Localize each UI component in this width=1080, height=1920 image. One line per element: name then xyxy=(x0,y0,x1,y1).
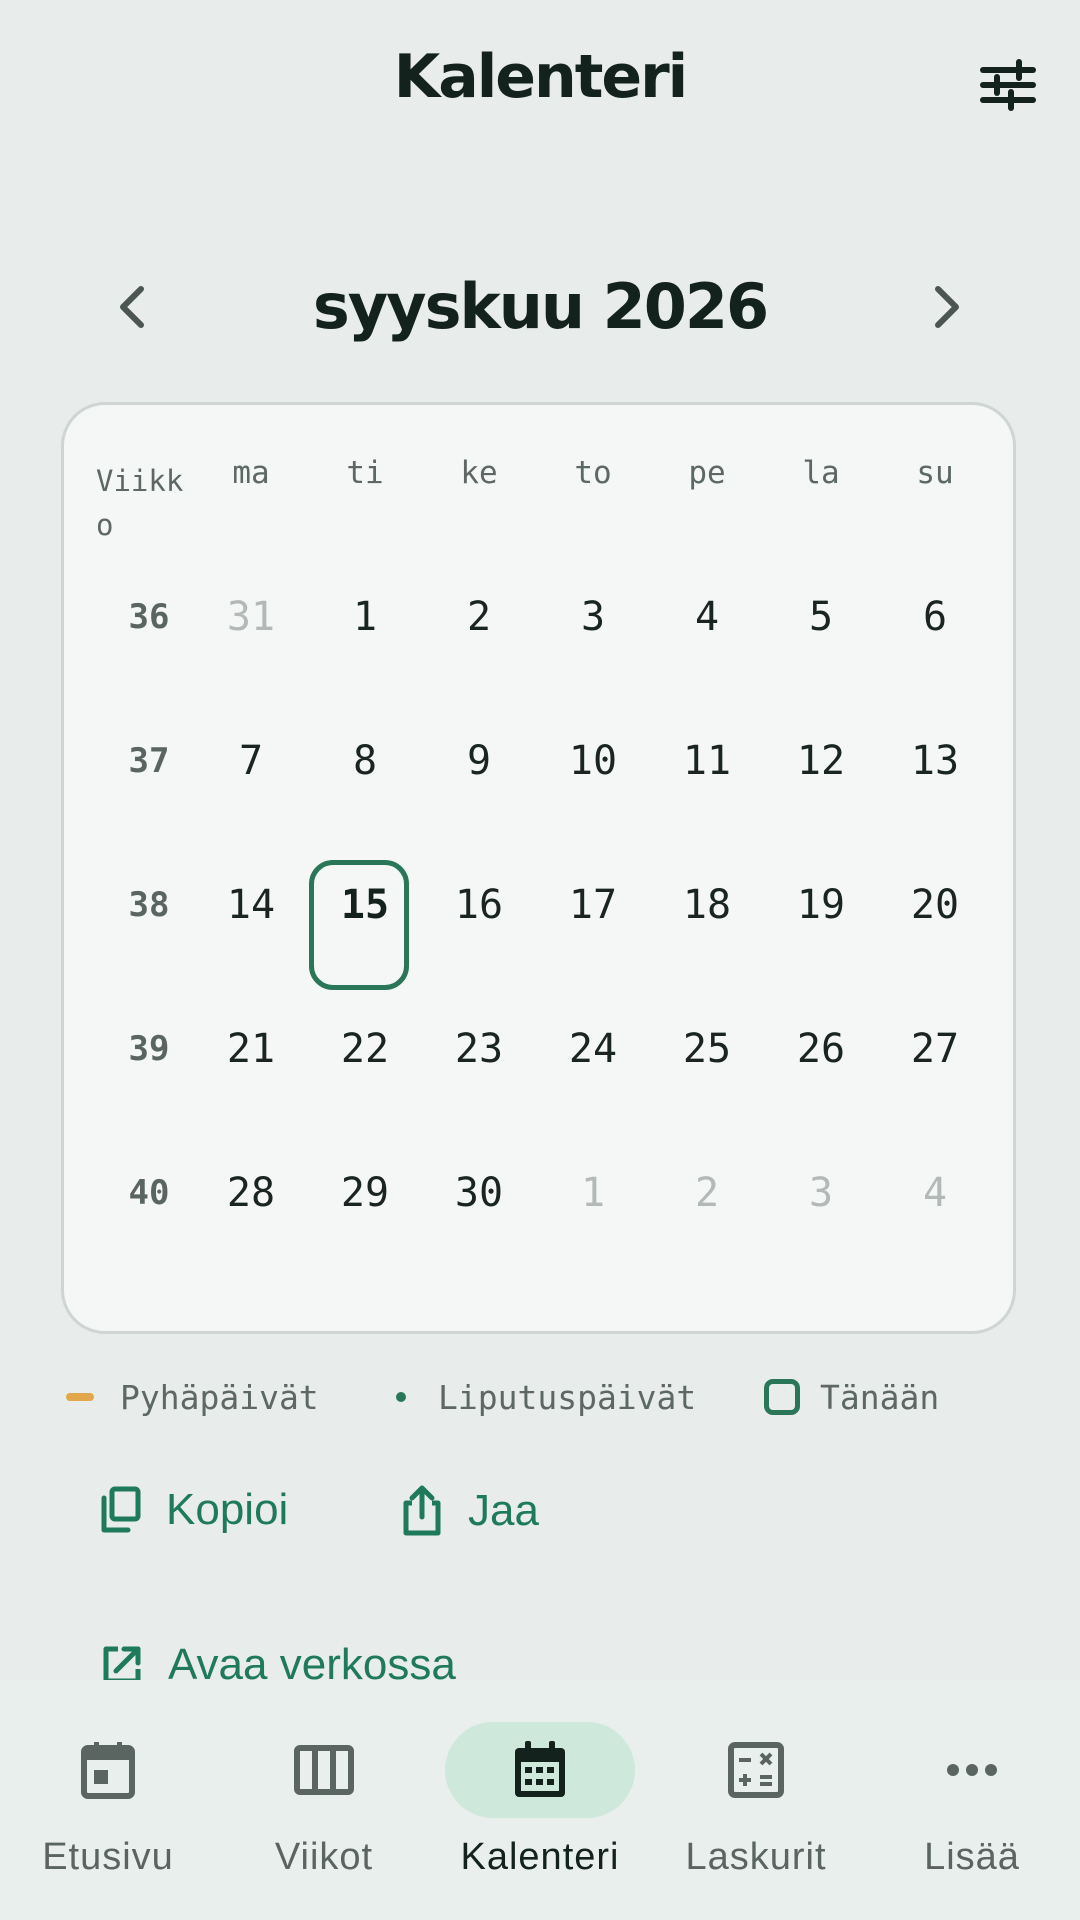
month-navigation: syyskuu 2026 xyxy=(0,250,1080,360)
day-cell[interactable]: 8 xyxy=(308,689,422,833)
page-title: Kalenteri xyxy=(393,42,689,112)
day-cell[interactable]: 26 xyxy=(764,977,878,1121)
day-cell[interactable]: 13 xyxy=(878,689,992,833)
home-calendar-icon xyxy=(81,1742,135,1799)
day-cell[interactable]: 30 xyxy=(422,1121,536,1265)
tab-kalenteri-icon-wrap xyxy=(445,1722,635,1818)
day-cell[interactable]: 28 xyxy=(194,1121,308,1265)
filter-button[interactable] xyxy=(968,50,1048,120)
day-cell[interactable]: 17 xyxy=(536,833,650,977)
tab-lisaa[interactable]: Lisää xyxy=(864,1680,1080,1920)
copy-button[interactable]: Kopioi xyxy=(98,1485,288,1535)
day-cell[interactable]: 3 xyxy=(536,545,650,689)
day-cell[interactable]: 12 xyxy=(764,689,878,833)
day-cell[interactable]: 2 xyxy=(422,545,536,689)
columns-icon xyxy=(294,1745,354,1795)
tab-kalenteri-label: Kalenteri xyxy=(460,1836,620,1878)
tune-sliders-icon xyxy=(980,59,1036,111)
day-cell[interactable]: 23 xyxy=(422,977,536,1121)
week-number: 38 xyxy=(128,885,170,925)
tab-lisaa-icon-wrap xyxy=(877,1722,1067,1818)
day-cell[interactable]: 6 xyxy=(878,545,992,689)
share-icon xyxy=(403,1485,441,1536)
flag-day-dot-icon xyxy=(396,1392,406,1402)
day-cell[interactable]: 16 xyxy=(422,833,536,977)
day-cell[interactable]: 21 xyxy=(194,977,308,1121)
tab-viikot-label: Viikot xyxy=(274,1836,374,1878)
today-marker-icon xyxy=(764,1379,800,1415)
app-bar: Kalenteri xyxy=(0,0,1080,170)
tab-kalenteri[interactable]: Kalenteri xyxy=(432,1680,648,1920)
day-cell-today[interactable]: 15 xyxy=(308,833,422,977)
tab-viikot[interactable]: Viikot xyxy=(216,1680,432,1920)
share-label: Jaa xyxy=(468,1486,539,1535)
legend-today-label: Tänään xyxy=(820,1377,940,1417)
day-cell[interactable]: 25 xyxy=(650,977,764,1121)
day-cell[interactable]: 5 xyxy=(764,545,878,689)
day-cell[interactable]: 18 xyxy=(650,833,764,977)
day-cell[interactable]: 2 xyxy=(650,1121,764,1265)
calendar-legend: Pyhäpäivät Liputuspäivät Tänään xyxy=(66,1372,1026,1422)
more-horizontal-icon xyxy=(947,1764,997,1776)
legend-today: Tänään xyxy=(764,1372,939,1422)
tab-etusivu-icon-wrap xyxy=(13,1722,203,1818)
legend-flag-days-label: Liputuspäivät xyxy=(438,1377,697,1417)
tab-viikot-icon-wrap xyxy=(229,1722,419,1818)
holiday-marker-icon xyxy=(66,1393,94,1401)
copy-label: Kopioi xyxy=(166,1485,289,1534)
week-number: 36 xyxy=(128,597,170,637)
bottom-navigation: Etusivu Viikot Kalenteri Laskurit Lisää xyxy=(0,1680,1080,1920)
calculator-icon xyxy=(728,1742,784,1798)
legend-holidays-label: Pyhäpäivät xyxy=(120,1377,319,1417)
day-cell[interactable]: 19 xyxy=(764,833,878,977)
day-cell[interactable]: 9 xyxy=(422,689,536,833)
day-cell[interactable]: 10 xyxy=(536,689,650,833)
day-cell[interactable]: 1 xyxy=(308,545,422,689)
day-cell[interactable]: 24 xyxy=(536,977,650,1121)
day-cell[interactable]: 4 xyxy=(650,545,764,689)
week-number: 39 xyxy=(128,1029,170,1069)
legend-holidays: Pyhäpäivät xyxy=(66,1372,319,1422)
day-cell[interactable]: 7 xyxy=(194,689,308,833)
day-cell[interactable]: 27 xyxy=(878,977,992,1121)
chevron-right-icon xyxy=(935,286,959,328)
next-month-button[interactable] xyxy=(912,272,982,342)
copy-icon xyxy=(101,1486,141,1533)
calendar-grid: Viikko ma ti ke to pe la su 36 31 1 2 3 4 5 6 37 7 8 9 10 11… xyxy=(61,402,1016,1334)
day-cell[interactable]: 29 xyxy=(308,1121,422,1265)
tab-laskurit-icon-wrap xyxy=(661,1722,851,1818)
day-cell[interactable]: 20 xyxy=(878,833,992,977)
week-number: 37 xyxy=(128,741,170,781)
tab-lisaa-label: Lisää xyxy=(924,1836,1020,1878)
tab-etusivu[interactable]: Etusivu xyxy=(0,1680,216,1920)
legend-flag-days: Liputuspäivät xyxy=(390,1372,696,1422)
share-button[interactable]: Jaa xyxy=(400,1485,539,1537)
tab-laskurit[interactable]: Laskurit xyxy=(648,1680,864,1920)
tab-laskurit-label: Laskurit xyxy=(685,1836,827,1878)
day-cell[interactable]: 31 xyxy=(194,545,308,689)
day-cell[interactable]: 1 xyxy=(536,1121,650,1265)
day-cell[interactable]: 22 xyxy=(308,977,422,1121)
calendar-month-icon xyxy=(515,1741,565,1797)
tab-etusivu-label: Etusivu xyxy=(42,1836,174,1878)
day-cell[interactable]: 11 xyxy=(650,689,764,833)
day-cell[interactable]: 14 xyxy=(194,833,308,977)
week-number: 40 xyxy=(128,1173,170,1213)
day-cell[interactable]: 4 xyxy=(878,1121,992,1265)
day-cell[interactable]: 3 xyxy=(764,1121,878,1265)
